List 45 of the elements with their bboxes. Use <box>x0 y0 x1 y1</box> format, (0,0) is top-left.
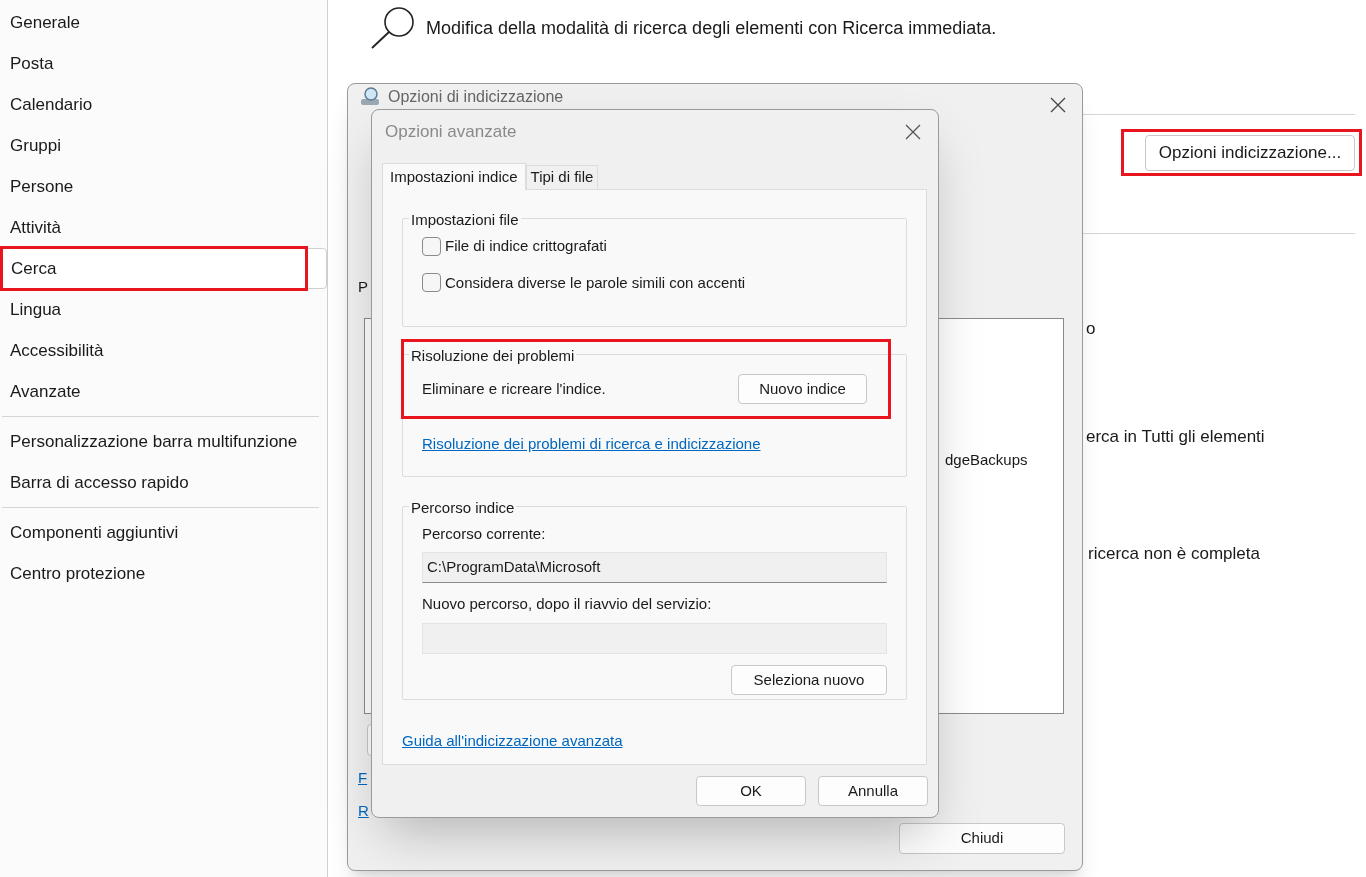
checkbox-label[interactable]: File di indice crittografati <box>445 235 607 258</box>
close-icon[interactable] <box>905 124 921 140</box>
checkbox[interactable] <box>422 273 441 293</box>
ok-button[interactable]: OK <box>696 776 806 806</box>
sidebar-item[interactable]: Persone <box>0 166 327 207</box>
help-link[interactable]: Guida all'indicizzazione avanzata <box>402 730 623 753</box>
partial-text: o <box>1086 318 1096 340</box>
tab[interactable]: Impostazioni indice <box>382 163 526 190</box>
magnifier-drive-icon <box>360 87 382 107</box>
tab[interactable]: Tipi di file <box>525 165 599 189</box>
troubleshooting-link[interactable]: Risoluzione dei problemi di ricerca e indicizzazione <box>422 433 887 456</box>
sidebar-item[interactable]: Accessibilità <box>0 330 327 371</box>
link[interactable]: F <box>358 767 368 790</box>
sidebar-item[interactable]: Calendario <box>0 84 327 125</box>
sidebar-item[interactable]: Lingua <box>0 289 327 330</box>
list-item[interactable]: dgeBackups <box>945 449 1028 472</box>
sidebar-item[interactable]: Attività <box>0 207 327 248</box>
sidebar-item[interactable]: Barra di accesso rapido <box>0 462 327 503</box>
cancel-button[interactable]: Annulla <box>818 776 928 806</box>
close-button[interactable]: Chiudi <box>899 823 1065 854</box>
select-new-button[interactable]: Seleziona nuovo <box>731 665 887 695</box>
indexing-options-button[interactable]: Opzioni indicizzazione... <box>1145 135 1355 171</box>
field-label: Percorso corrente: <box>422 524 547 544</box>
checkbox[interactable] <box>422 236 441 256</box>
current-path-field: C:\ProgramData\Microsoft <box>422 551 887 583</box>
dialog-title: Opzioni avanzate <box>385 121 517 144</box>
sidebar-item[interactable]: Gruppi <box>0 125 327 166</box>
description-text: Modifica della modalità di ricerca degli elementi con Ricerca immediata. <box>426 16 997 40</box>
dialog-title: Opzioni di indicizzazione <box>388 87 564 107</box>
sidebar-item[interactable]: Avanzate <box>0 371 327 412</box>
label-text: P <box>358 277 368 297</box>
sidebar-item[interactable]: Componenti aggiuntivi <box>0 512 327 553</box>
partial-text: erca in Tutti gli elementi <box>1086 426 1265 448</box>
new-index-button[interactable]: Nuovo indice <box>738 374 867 404</box>
description-text: Eliminare e ricreare l'indice. <box>422 378 606 399</box>
sidebar-item[interactable]: Generale <box>0 2 327 43</box>
field-label: Nuovo percorso, dopo il riavvio del servizio: <box>422 593 713 614</box>
search-icon <box>370 6 416 50</box>
partial-text: ricerca non è completa <box>1088 543 1260 565</box>
sidebar-item[interactable]: Personalizzazione barra multifunzione <box>0 421 327 462</box>
link[interactable]: R <box>358 800 369 823</box>
close-icon[interactable] <box>1050 97 1066 113</box>
sidebar-item[interactable]: Posta <box>0 43 327 84</box>
checkbox-label[interactable]: Considera diverse le parole simili con accenti <box>445 271 746 294</box>
sidebar-item[interactable]: Centro protezione <box>0 553 327 594</box>
